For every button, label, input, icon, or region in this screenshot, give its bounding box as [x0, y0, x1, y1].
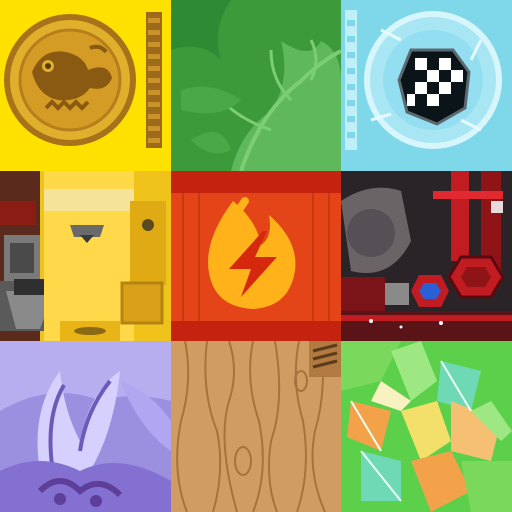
texture-atlas [0, 0, 512, 512]
wood-grain-texture [171, 341, 341, 512]
green-leaf-tile [171, 0, 341, 171]
mech-plating-tile [0, 171, 171, 341]
purple-crystal-texture [0, 341, 171, 512]
red-machinery-texture [341, 171, 512, 341]
ice-gem-texture [341, 0, 512, 171]
gold-coin-texture [0, 0, 171, 171]
crystal-shards-texture [341, 341, 512, 512]
crystal-shards-tile [341, 341, 512, 512]
purple-crystal-tile [0, 341, 171, 512]
gold-coin-tile [0, 0, 171, 171]
green-leaf-texture [171, 0, 341, 171]
wood-grain-tile [171, 341, 341, 512]
fire-emblem-tile [171, 171, 341, 341]
mech-plating-texture [0, 171, 171, 341]
red-machinery-tile [341, 171, 512, 341]
ice-block-tile [341, 0, 512, 171]
fire-emblem-texture [171, 171, 341, 341]
